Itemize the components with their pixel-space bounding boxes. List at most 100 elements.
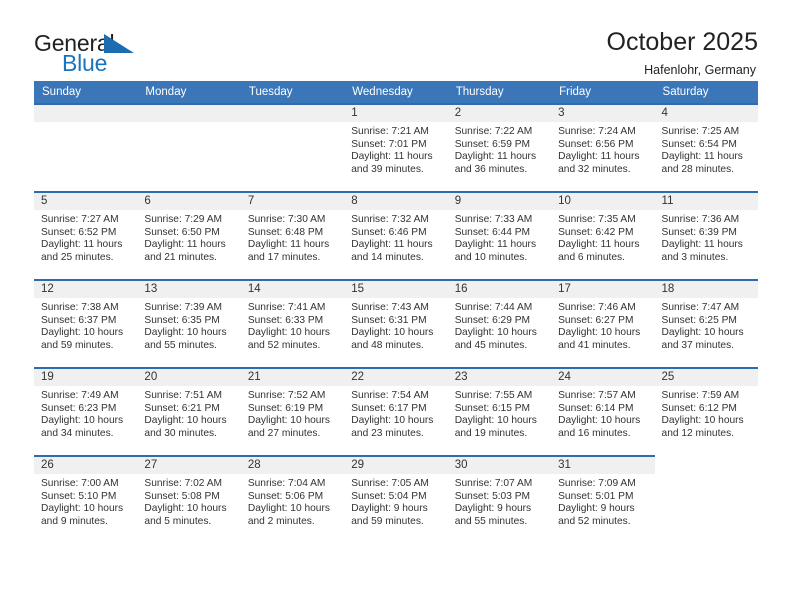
daylight-text: Daylight: 10 hours and 23 minutes.	[351, 415, 434, 439]
day-number: 18	[654, 281, 758, 298]
sunrise-text: Sunrise: 7:35 AM	[558, 214, 636, 225]
sunset-text: Sunset: 6:15 PM	[454, 402, 531, 414]
triangle-icon	[104, 34, 134, 53]
daylight-text: Daylight: 10 hours and 37 minutes.	[661, 327, 744, 351]
day-number	[240, 105, 345, 122]
general-blue-logo[interactable]: General Blue	[34, 26, 154, 78]
sunset-text: Sunset: 6:52 PM	[41, 226, 117, 238]
calendar-cell: 18 Sunrise: 7:47 AM Sunset: 6:25 PM Dayligh…	[654, 279, 758, 367]
daylight-text: Daylight: 10 hours and 48 minutes.	[351, 327, 434, 351]
calendar-cell: 14 Sunrise: 7:41 AM Sunset: 6:33 PM Dayligh…	[240, 279, 345, 367]
day-cell[interactable]: 29 Sunrise: 7:05 AM Sunset: 5:04 PM Dayligh…	[344, 455, 448, 543]
day-cell[interactable]: 21 Sunrise: 7:52 AM Sunset: 6:19 PM Dayligh…	[240, 367, 345, 455]
day-cell[interactable]: 19 Sunrise: 7:49 AM Sunset: 6:23 PM Dayligh…	[34, 367, 138, 455]
sunset-text: Sunset: 5:01 PM	[558, 490, 634, 502]
daylight-text: Daylight: 11 hours and 39 minutes.	[351, 151, 433, 175]
calendar-cell: 7 Sunrise: 7:30 AM Sunset: 6:48 PM Daylight…	[240, 191, 345, 279]
day-cell[interactable]: 8 Sunrise: 7:32 AM Sunset: 6:46 PM Daylight…	[344, 191, 448, 279]
day-cell[interactable]: 23 Sunrise: 7:55 AM Sunset: 6:15 PM Dayligh…	[447, 367, 552, 455]
weekday-header-sunday: Sunday	[34, 81, 138, 103]
day-cell[interactable]: 30 Sunrise: 7:07 AM Sunset: 5:03 PM Dayligh…	[447, 455, 552, 543]
sunrise-text: Sunrise: 7:36 AM	[661, 214, 740, 225]
day-number: 9	[447, 193, 552, 210]
sunrise-text: Sunrise: 7:57 AM	[558, 390, 636, 401]
calendar-cell: 31 Sunrise: 7:09 AM Sunset: 5:01 PM Dayligh…	[551, 455, 655, 543]
day-cell[interactable]: 15 Sunrise: 7:43 AM Sunset: 6:31 PM Dayligh…	[344, 279, 448, 367]
day-number: 22	[344, 369, 448, 386]
day-cell[interactable]: 14 Sunrise: 7:41 AM Sunset: 6:33 PM Dayligh…	[240, 279, 345, 367]
calendar-cell: 21 Sunrise: 7:52 AM Sunset: 6:19 PM Dayligh…	[240, 367, 345, 455]
sunset-text: Sunset: 6:54 PM	[661, 138, 737, 150]
sunrise-text: Sunrise: 7:55 AM	[454, 390, 533, 401]
sunset-text: Sunset: 5:04 PM	[351, 490, 427, 502]
sunset-text: Sunset: 6:31 PM	[351, 314, 427, 326]
day-cell[interactable]: 16 Sunrise: 7:44 AM Sunset: 6:29 PM Dayligh…	[447, 279, 552, 367]
calendar-cell	[137, 103, 241, 191]
sunrise-text: Sunrise: 7:49 AM	[41, 390, 119, 401]
day-cell[interactable]: 10 Sunrise: 7:35 AM Sunset: 6:42 PM Dayligh…	[551, 191, 655, 279]
day-cell[interactable]: 9 Sunrise: 7:33 AM Sunset: 6:44 PM Daylight…	[447, 191, 552, 279]
calendar-cell: 24 Sunrise: 7:57 AM Sunset: 6:14 PM Dayligh…	[551, 367, 655, 455]
day-number: 15	[344, 281, 448, 298]
day-cell[interactable]: 27 Sunrise: 7:02 AM Sunset: 5:08 PM Dayligh…	[137, 455, 241, 543]
day-cell[interactable]: 20 Sunrise: 7:51 AM Sunset: 6:21 PM Dayligh…	[137, 367, 241, 455]
calendar-cell: 20 Sunrise: 7:51 AM Sunset: 6:21 PM Dayligh…	[137, 367, 241, 455]
day-cell[interactable]: 5 Sunrise: 7:27 AM Sunset: 6:52 PM Daylight…	[34, 191, 138, 279]
daylight-text: Daylight: 11 hours and 36 minutes.	[454, 151, 537, 175]
calendar-cell: 23 Sunrise: 7:55 AM Sunset: 6:15 PM Dayligh…	[447, 367, 552, 455]
day-details: Sunrise: 7:57 AM Sunset: 6:14 PM Daylight:…	[551, 386, 654, 440]
sunrise-text: Sunrise: 7:09 AM	[558, 478, 636, 489]
day-cell[interactable]: 7 Sunrise: 7:30 AM Sunset: 6:48 PM Daylight…	[240, 191, 345, 279]
day-cell[interactable]: 25 Sunrise: 7:59 AM Sunset: 6:12 PM Dayligh…	[654, 367, 758, 455]
sunset-text: Sunset: 6:17 PM	[351, 402, 427, 414]
day-cell[interactable]: 26 Sunrise: 7:00 AM Sunset: 5:10 PM Dayligh…	[34, 455, 138, 543]
day-cell[interactable]: 31 Sunrise: 7:09 AM Sunset: 5:01 PM Dayligh…	[551, 455, 655, 543]
day-cell[interactable]: 3 Sunrise: 7:24 AM Sunset: 6:56 PM Daylight…	[551, 103, 655, 191]
sunset-text: Sunset: 6:46 PM	[351, 226, 427, 238]
day-details: Sunrise: 7:07 AM Sunset: 5:03 PM Daylight:…	[448, 474, 551, 528]
day-number	[34, 105, 138, 122]
sunrise-text: Sunrise: 7:27 AM	[41, 214, 119, 225]
calendar-cell: 5 Sunrise: 7:27 AM Sunset: 6:52 PM Daylight…	[34, 191, 138, 279]
day-number: 26	[34, 457, 138, 474]
daylight-text: Daylight: 11 hours and 10 minutes.	[454, 239, 537, 263]
sunrise-text: Sunrise: 7:24 AM	[558, 126, 636, 137]
day-cell[interactable]: 6 Sunrise: 7:29 AM Sunset: 6:50 PM Daylight…	[137, 191, 241, 279]
calendar-cell: 9 Sunrise: 7:33 AM Sunset: 6:44 PM Daylight…	[447, 191, 552, 279]
daylight-text: Daylight: 10 hours and 16 minutes.	[558, 415, 641, 439]
sunrise-text: Sunrise: 7:59 AM	[661, 390, 740, 401]
calendar-cell: 11 Sunrise: 7:36 AM Sunset: 6:39 PM Dayligh…	[654, 191, 758, 279]
day-cell[interactable]: 17 Sunrise: 7:46 AM Sunset: 6:27 PM Dayligh…	[551, 279, 655, 367]
sunset-text: Sunset: 6:23 PM	[41, 402, 117, 414]
day-number: 20	[137, 369, 241, 386]
sunrise-text: Sunrise: 7:21 AM	[351, 126, 429, 137]
daylight-text: Daylight: 10 hours and 55 minutes.	[144, 327, 227, 351]
day-cell[interactable]: 18 Sunrise: 7:47 AM Sunset: 6:25 PM Dayligh…	[654, 279, 758, 367]
weekday-header-friday: Friday	[551, 81, 655, 103]
day-cell[interactable]: 24 Sunrise: 7:57 AM Sunset: 6:14 PM Dayligh…	[551, 367, 655, 455]
day-number: 28	[240, 457, 345, 474]
sunrise-text: Sunrise: 7:04 AM	[247, 478, 326, 489]
day-cell[interactable]: 2 Sunrise: 7:22 AM Sunset: 6:59 PM Daylight…	[447, 103, 552, 191]
day-number: 13	[137, 281, 241, 298]
day-cell[interactable]: 12 Sunrise: 7:38 AM Sunset: 6:37 PM Dayligh…	[34, 279, 138, 367]
calendar-cell: 4 Sunrise: 7:25 AM Sunset: 6:54 PM Daylight…	[654, 103, 758, 191]
title-block: October 2025 Hafenlohr, Germany	[607, 26, 759, 76]
day-cell[interactable]: 13 Sunrise: 7:39 AM Sunset: 6:35 PM Dayligh…	[137, 279, 241, 367]
sunset-text: Sunset: 6:56 PM	[558, 138, 634, 150]
weekday-header-saturday: Saturday	[654, 81, 758, 103]
day-cell[interactable]: 22 Sunrise: 7:54 AM Sunset: 6:17 PM Dayligh…	[344, 367, 448, 455]
daylight-text: Daylight: 10 hours and 2 minutes.	[247, 503, 330, 527]
sunset-text: Sunset: 7:01 PM	[351, 138, 427, 150]
daylight-text: Daylight: 10 hours and 52 minutes.	[247, 327, 330, 351]
day-cell[interactable]: 11 Sunrise: 7:36 AM Sunset: 6:39 PM Dayligh…	[654, 191, 758, 279]
sunset-text: Sunset: 6:44 PM	[454, 226, 531, 238]
calendar-cell: 13 Sunrise: 7:39 AM Sunset: 6:35 PM Dayligh…	[137, 279, 241, 367]
day-cell[interactable]: 1 Sunrise: 7:21 AM Sunset: 7:01 PM Daylight…	[344, 103, 448, 191]
day-cell[interactable]: 4 Sunrise: 7:25 AM Sunset: 6:54 PM Daylight…	[654, 103, 758, 191]
day-number: 4	[654, 105, 758, 122]
sunrise-text: Sunrise: 7:39 AM	[144, 302, 223, 313]
day-details: Sunrise: 7:54 AM Sunset: 6:17 PM Daylight:…	[344, 386, 447, 440]
day-cell[interactable]: 28 Sunrise: 7:04 AM Sunset: 5:06 PM Dayligh…	[240, 455, 345, 543]
day-number: 27	[137, 457, 241, 474]
